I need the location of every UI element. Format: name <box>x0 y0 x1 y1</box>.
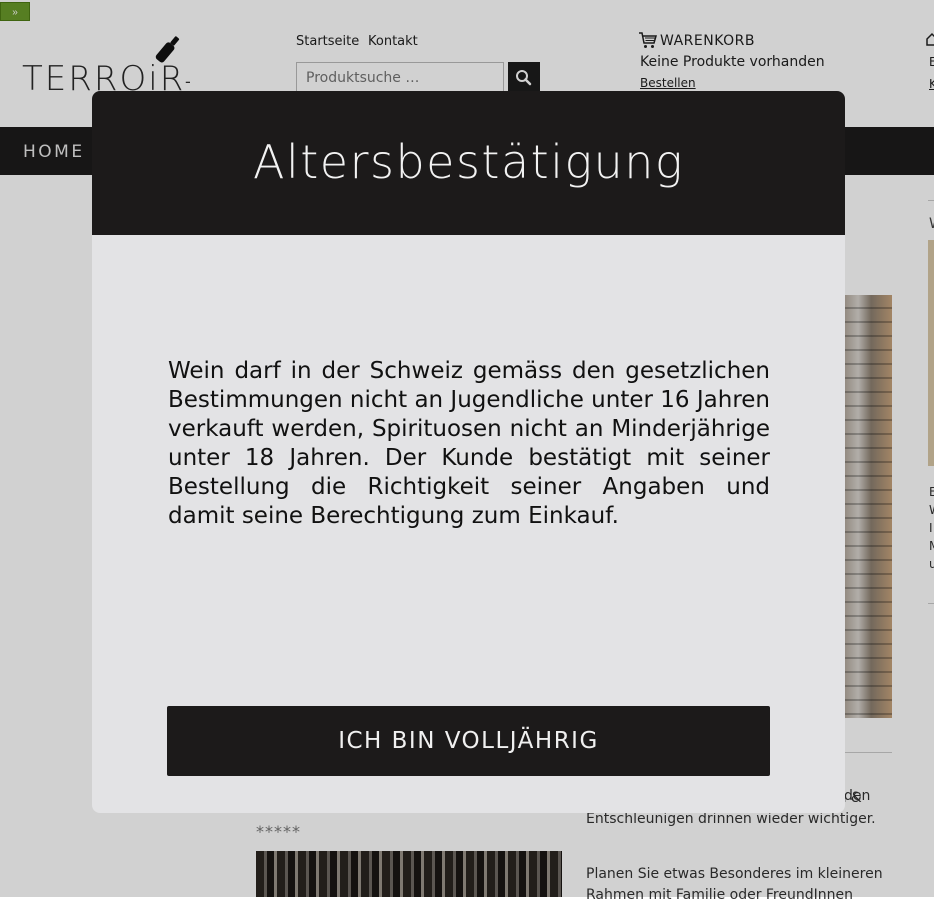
dialog-title: Altersbestätigung <box>253 135 684 189</box>
age-verification-dialog: Altersbestätigung Wein darf in der Schwe… <box>92 91 845 813</box>
dialog-body-text: Wein darf in der Schweiz gemäss den gese… <box>168 358 770 529</box>
confirm-age-button[interactable]: ICH BIN VOLLJÄHRIG <box>167 706 770 776</box>
